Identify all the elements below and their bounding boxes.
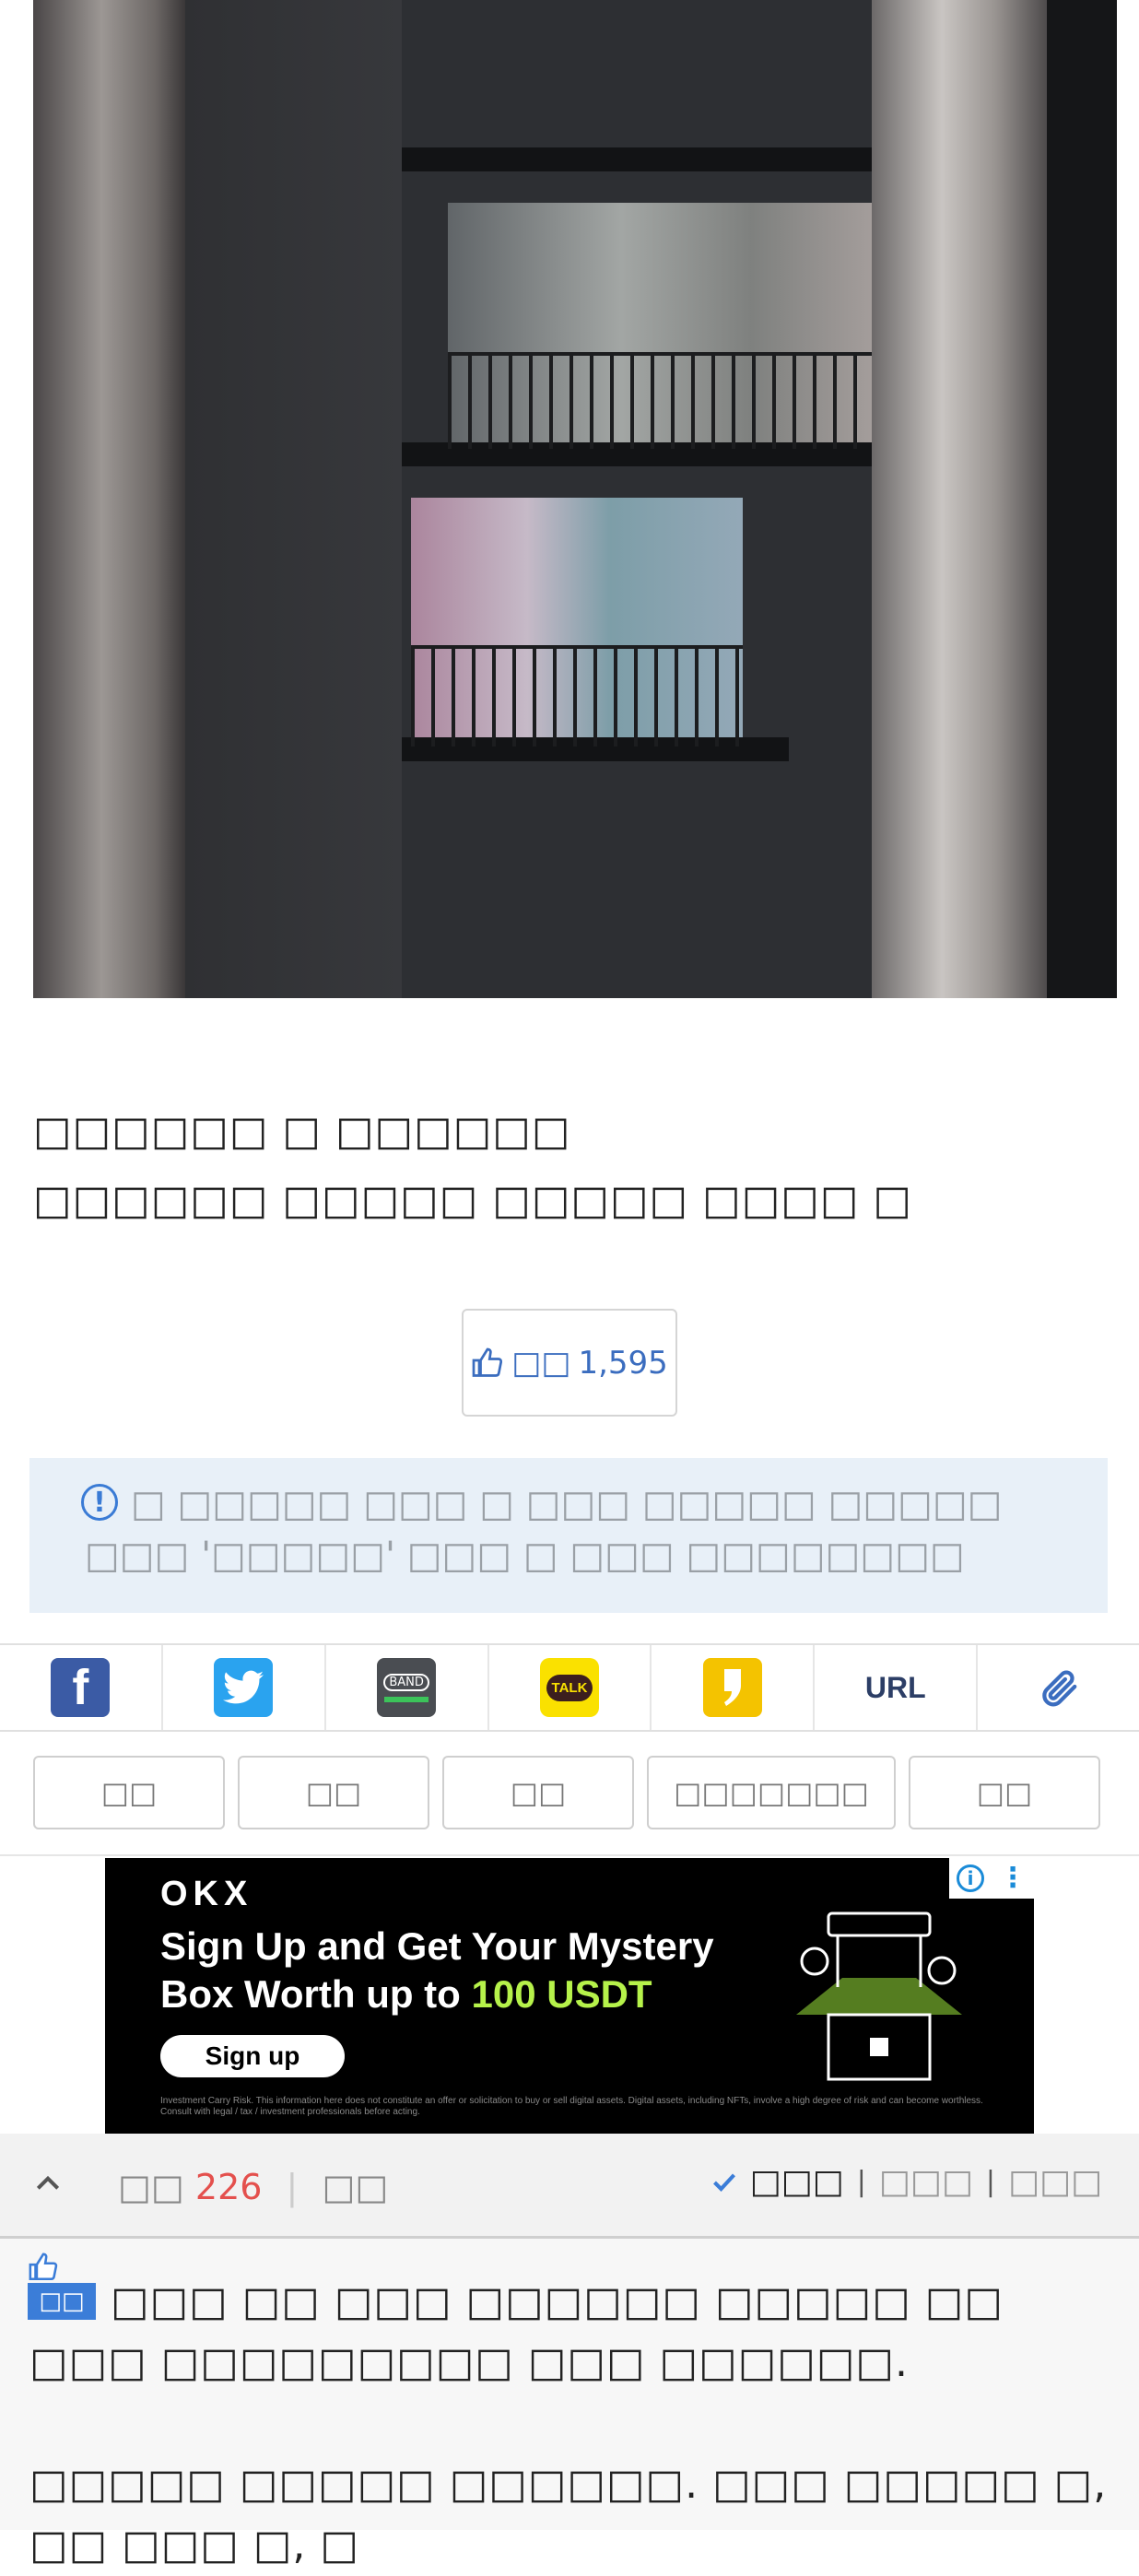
comment-label: □□ <box>118 2167 184 2207</box>
ad-choices[interactable]: i ⋮ <box>949 1858 1034 1899</box>
kakaotalk-icon: TALK <box>540 1658 599 1717</box>
like-button[interactable]: □□ 1,595 <box>462 1309 677 1417</box>
sort-option-2[interactable]: □□□ <box>879 2163 973 2201</box>
share-url[interactable]: URL <box>815 1645 979 1730</box>
more-options-icon[interactable]: ⋮ <box>999 1864 1027 1892</box>
share-twitter[interactable] <box>163 1645 326 1730</box>
ad-banner[interactable]: OKX Sign Up and Get Your Mystery Box Wor… <box>105 1858 1034 2134</box>
sort-option-3[interactable]: □□□ <box>1008 2163 1102 2201</box>
share-bar: f BAND TALK URL <box>0 1643 1139 1732</box>
band-icon: BAND <box>377 1658 437 1717</box>
ad-headline-line1: Sign Up and Get Your Mystery <box>160 1924 714 1968</box>
ad-headline-line2: Box Worth up to <box>160 1972 472 2016</box>
ad-disclaimer: Investment Carry Risk. This information … <box>160 2096 983 2117</box>
twitter-icon <box>214 1658 274 1717</box>
action-button-1[interactable]: □□ <box>33 1756 225 1829</box>
action-button-5[interactable]: □□ <box>909 1756 1100 1829</box>
post-actions: □□ □□ □□ □□□□□□□ □□ <box>33 1756 1106 1833</box>
action-button-3[interactable]: □□ <box>442 1756 634 1829</box>
thumbs-up-icon <box>472 1347 503 1377</box>
share-kakaotalk[interactable]: TALK <box>489 1645 652 1730</box>
talk-label: TALK <box>546 1674 593 1701</box>
comments-header: □□ 226 | □□ □□□ | □□□ | □□□ <box>0 2134 1139 2239</box>
url-label: URL <box>864 1670 926 1704</box>
info-icon[interactable]: i <box>957 1864 984 1892</box>
comment-text: □□□ □□ □□□ □□□□□□ □□□□□ □□ □□□ □□□□□□□□□… <box>29 2272 1117 2576</box>
like-label: □□ <box>511 1344 571 1382</box>
paperclip-icon <box>1041 1670 1076 1707</box>
refresh-link[interactable]: □□ <box>322 2167 388 2207</box>
check-icon <box>712 2172 735 2192</box>
comment-line: □□□ □□ □□□ □□□□□□ □□□□□ □□ <box>111 2278 1004 2325</box>
collapse-icon[interactable] <box>33 2169 63 2198</box>
action-button-2[interactable]: □□ <box>238 1756 429 1829</box>
comment-count: □□ 226 | □□ <box>118 2167 389 2207</box>
comment-sort: □□□ | □□□ | □□□ <box>711 2163 1102 2201</box>
article-photo <box>33 0 1117 998</box>
article-line: □□□□□□ □□□□□ □□□□□ □□□□ □ <box>33 1177 912 1224</box>
article-body: □□□□□□ □ □□□□□□ □□□□□□ □□□□□ □□□□□ □□□□ … <box>33 1097 912 1235</box>
share-facebook[interactable]: f <box>0 1645 163 1730</box>
sort-option-1[interactable]: □□□ <box>750 2163 844 2201</box>
notice-text: □ □□□□□ □□□ □ □□□ □□□□□ □□□□□ □□□ '□□□□□… <box>85 1483 1003 1577</box>
like-count: 1,595 <box>578 1344 668 1382</box>
ad-signup-button[interactable]: Sign up <box>160 2035 345 2077</box>
ad-logo: OKX <box>160 1875 253 1913</box>
comment-item: □□ □□□ □□ □□□ □□□□□□ □□□□□ □□ □□□ □□□□□□… <box>0 2239 1139 2569</box>
article-line: □□□□□□ □ □□□□□□ <box>33 1108 571 1155</box>
comment-line: □□□ □□□□□□□□□ □□□ □□□□□□. <box>29 2339 909 2386</box>
action-button-4[interactable]: □□□□□□□ <box>647 1756 896 1829</box>
comment-number: 226 <box>194 2167 263 2207</box>
notice-box: ! □ □□□□□ □□□ □ □□□ □□□□□ □□□□□ □□□ '□□□… <box>29 1458 1108 1613</box>
band-label: BAND <box>383 1673 429 1691</box>
facebook-icon: f <box>51 1658 111 1717</box>
mystery-box-icon <box>796 1911 962 2081</box>
ad-headline: Sign Up and Get Your Mystery Box Worth u… <box>160 1923 714 2018</box>
share-band[interactable]: BAND <box>326 1645 489 1730</box>
kakaostory-icon <box>702 1658 762 1717</box>
share-copy[interactable] <box>978 1645 1139 1730</box>
comment-line: □□□□□ □□□□□ □□□□□□. □□□ □□□□□ □, □□ □□□ … <box>29 2461 1108 2569</box>
ad-highlight: 100 USDT <box>471 1972 652 2016</box>
share-kakaostory[interactable] <box>652 1645 816 1730</box>
